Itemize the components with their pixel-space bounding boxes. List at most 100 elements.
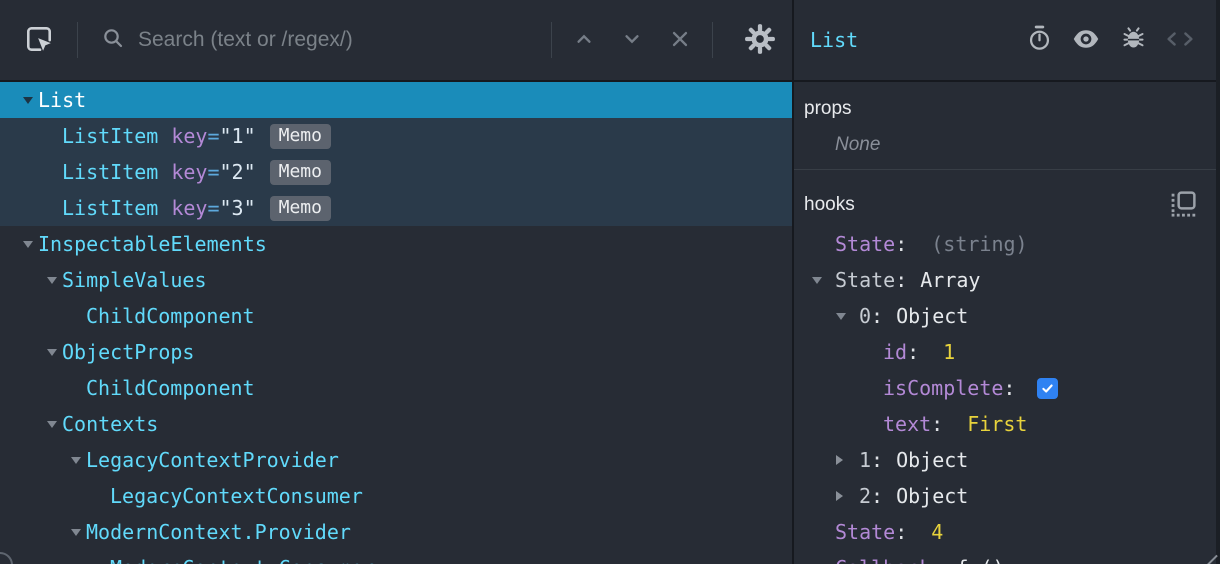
- inspect-element-icon: [24, 24, 54, 57]
- tree-row[interactable]: List: [0, 82, 792, 118]
- previous-result-button[interactable]: [560, 16, 608, 64]
- tree-row[interactable]: ListItem key="3" Memo: [0, 190, 792, 226]
- expand-arrow-icon[interactable]: [42, 276, 62, 284]
- tree-row[interactable]: Contexts: [0, 406, 792, 442]
- search-nav-group: [552, 16, 712, 64]
- props-empty-value: None: [835, 134, 881, 155]
- hook-name: 0: [859, 304, 872, 328]
- hook-value: Object: [896, 484, 969, 508]
- eye-icon: [1072, 25, 1100, 56]
- props-section: props None: [794, 82, 1220, 170]
- react-devtools-components-panel: List ListItem key="1" Memo ListItem key="2" Me…: [0, 0, 1220, 564]
- hook-name: State: [835, 268, 896, 292]
- search-icon: [78, 26, 125, 55]
- hook-name: State: [835, 232, 896, 256]
- component-name: Contexts: [62, 412, 159, 436]
- hook-value: Object: [896, 448, 969, 472]
- expand-arrow-icon[interactable]: [42, 348, 62, 356]
- collapsed-arrow-icon[interactable]: [836, 455, 859, 465]
- close-icon: [667, 26, 693, 55]
- component-name: List: [38, 88, 87, 112]
- component-name: ModernContext.Provider: [86, 520, 351, 544]
- suspend-toggle-button[interactable]: [1026, 25, 1052, 53]
- hook-row[interactable]: isComplete:: [794, 370, 1220, 406]
- tree-row[interactable]: ListItem key="1" Memo: [0, 118, 792, 154]
- hooks-tree: State: (string) State: Array 0: Object id:1 isC…: [794, 226, 1220, 564]
- log-to-console-button[interactable]: [1120, 27, 1146, 53]
- parse-hook-names-button[interactable]: [1170, 191, 1196, 217]
- tree-row[interactable]: ModernContext.Provider: [0, 514, 792, 550]
- expand-arrow-icon[interactable]: [18, 240, 38, 248]
- chevron-down-icon: [619, 26, 645, 55]
- code-brackets-icon: [1165, 26, 1195, 55]
- tree-row[interactable]: ModernContext.Consumer: [0, 550, 792, 564]
- next-result-button[interactable]: [608, 16, 656, 64]
- settings-button[interactable]: [744, 23, 776, 58]
- component-name: LegacyContextConsumer: [110, 484, 363, 508]
- search-input[interactable]: [138, 28, 541, 52]
- hook-row[interactable]: 1: Object: [794, 442, 1220, 478]
- hook-row[interactable]: 0: Object: [794, 298, 1220, 334]
- component-name: InspectableElements: [38, 232, 267, 256]
- hook-row[interactable]: State: (string): [794, 226, 1220, 262]
- hook-name: State: [835, 520, 896, 544]
- tree-row[interactable]: ChildComponent: [0, 298, 792, 334]
- gear-icon: [744, 23, 776, 58]
- hook-name: id: [883, 340, 908, 364]
- tree-row[interactable]: LegacyContextConsumer: [0, 478, 792, 514]
- component-name: ObjectProps: [62, 340, 195, 364]
- component-name: ChildComponent: [86, 304, 255, 328]
- expand-arrow-icon[interactable]: [812, 276, 835, 284]
- tree-row[interactable]: SimpleValues: [0, 262, 792, 298]
- hook-row[interactable]: id:1: [794, 334, 1220, 370]
- clear-search-button[interactable]: [656, 16, 704, 64]
- parse-hook-names-icon: [1170, 191, 1196, 220]
- value-checkbox[interactable]: [1037, 377, 1059, 399]
- hook-name: isComplete: [883, 376, 1004, 400]
- expand-arrow-icon[interactable]: [18, 96, 38, 104]
- tree-row[interactable]: LegacyContextProvider: [0, 442, 792, 478]
- collapsed-arrow-icon[interactable]: [836, 491, 859, 501]
- component-name: ListItem: [62, 196, 159, 220]
- expand-arrow-icon[interactable]: [66, 456, 86, 464]
- props-section-label: props: [804, 98, 852, 119]
- hook-row[interactable]: Callback:ƒ (): [794, 550, 1220, 564]
- view-source-button[interactable]: [1167, 27, 1193, 53]
- tree-toolbar: [0, 0, 792, 82]
- component-name: ModernContext.Consumer: [110, 556, 375, 564]
- components-tree: List ListItem key="1" Memo ListItem key="2" Me…: [0, 82, 792, 564]
- hooks-section-label: hooks: [804, 194, 855, 215]
- memo-badge: Memo: [269, 123, 331, 149]
- toolbar-divider: [712, 22, 713, 58]
- chevron-up-icon: [571, 26, 597, 55]
- scrollbar-track[interactable]: [1216, 0, 1220, 564]
- inspect-element-button[interactable]: [24, 24, 54, 57]
- inspect-dom-button[interactable]: [1073, 27, 1099, 53]
- hook-value: Object: [896, 304, 969, 328]
- component-name: SimpleValues: [62, 268, 207, 292]
- hook-name: 2: [859, 484, 872, 508]
- tree-row[interactable]: ListItem key="2" Memo: [0, 154, 792, 190]
- expand-arrow-icon[interactable]: [42, 420, 62, 428]
- hook-value: Array: [920, 268, 981, 292]
- hook-row[interactable]: 2: Object: [794, 478, 1220, 514]
- tree-row[interactable]: ChildComponent: [0, 370, 792, 406]
- tree-row[interactable]: InspectableElements: [0, 226, 792, 262]
- component-key-attribute: key="2": [171, 160, 256, 184]
- tree-row[interactable]: ObjectProps: [0, 334, 792, 370]
- inspected-component-title: List: [810, 28, 859, 52]
- expand-arrow-icon[interactable]: [66, 528, 86, 536]
- component-key-attribute: key="3": [171, 196, 256, 220]
- expand-arrow-icon[interactable]: [836, 312, 859, 320]
- component-name: ListItem: [62, 160, 159, 184]
- hook-value: 4: [931, 520, 944, 544]
- hook-row[interactable]: State:4: [794, 514, 1220, 550]
- hook-row[interactable]: text: First: [794, 406, 1220, 442]
- hooks-section: hooks State: (string) State: Array 0: O…: [794, 170, 1220, 564]
- inspected-element-panel: List props None hooks State: (string) S…: [794, 0, 1220, 564]
- components-tree-panel: List ListItem key="1" Memo ListItem key="2" Me…: [0, 0, 792, 564]
- hook-name: Callback: [835, 556, 931, 564]
- search-area: [78, 0, 551, 80]
- component-name: LegacyContextProvider: [86, 448, 339, 472]
- hook-row[interactable]: State: Array: [794, 262, 1220, 298]
